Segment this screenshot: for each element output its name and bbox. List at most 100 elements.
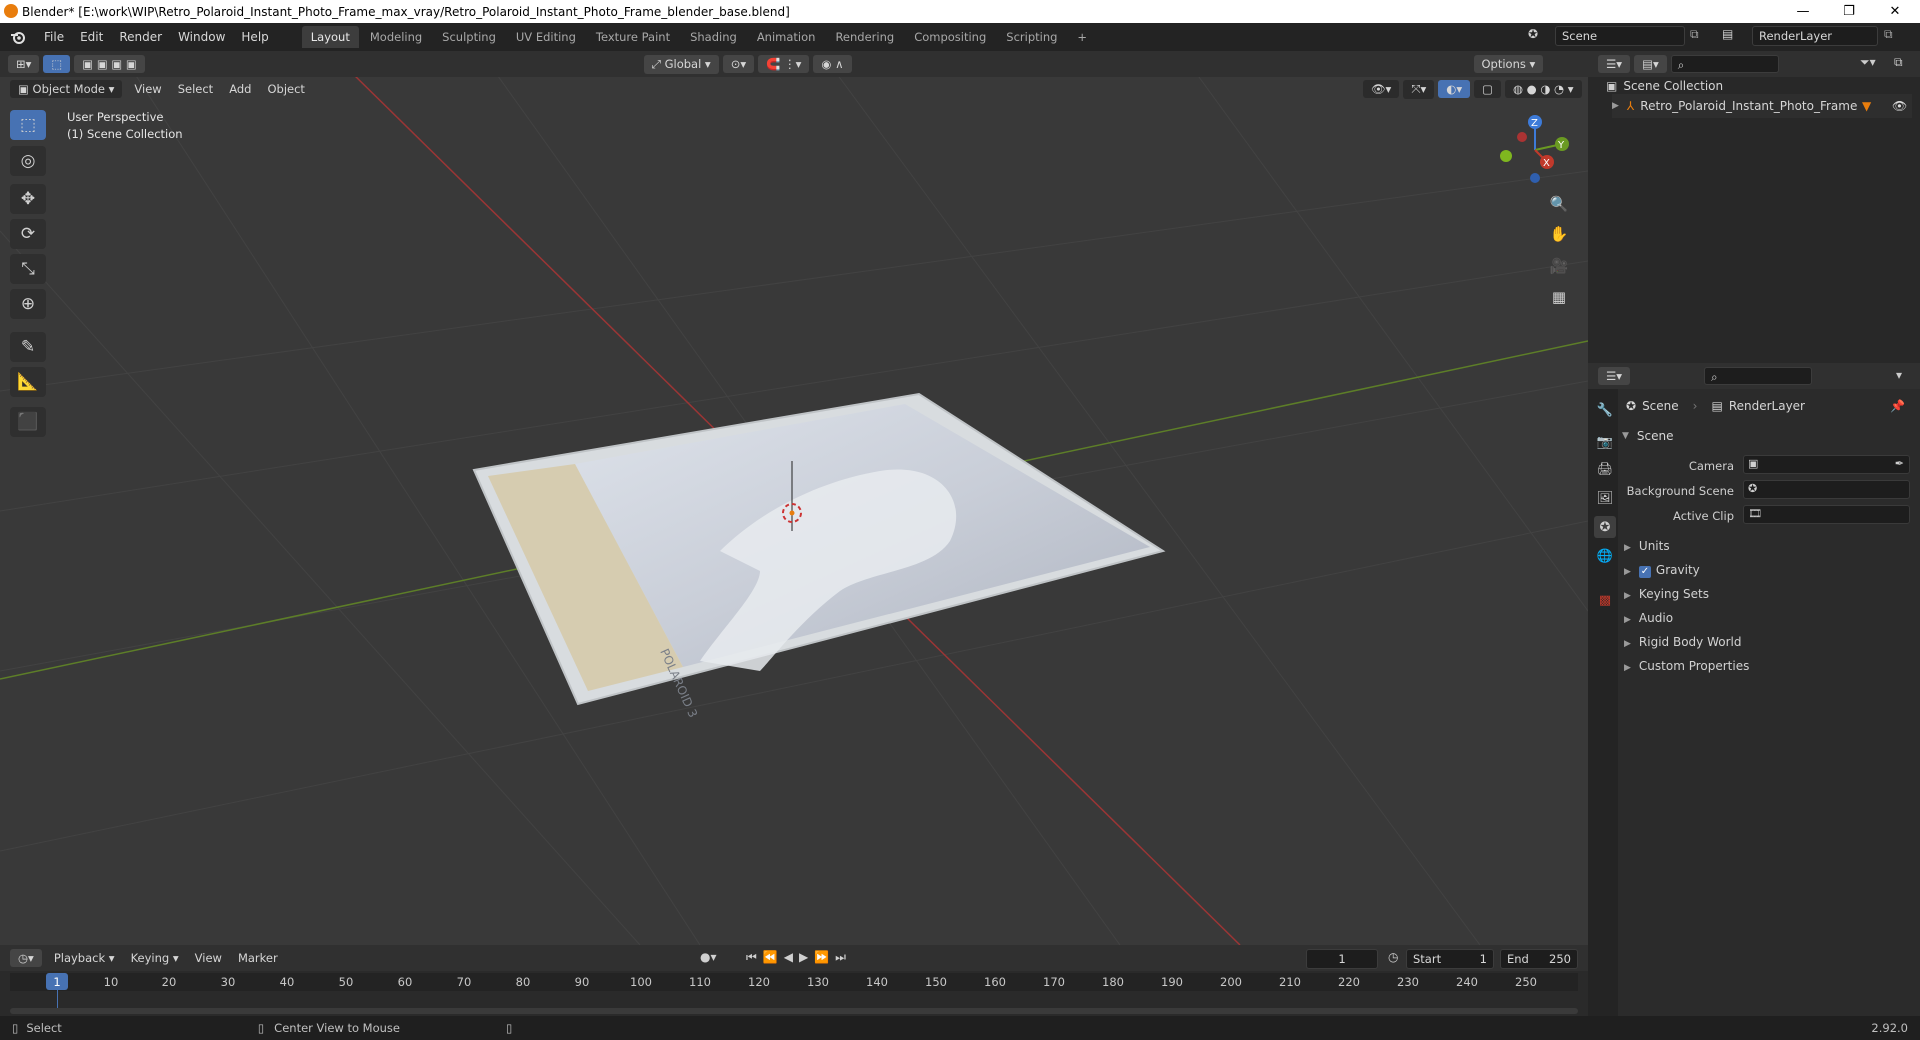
scale-tool-icon[interactable]: ⤡ (10, 254, 46, 284)
expand-arrow-icon[interactable]: ▶ (1612, 101, 1619, 111)
tab-modeling[interactable]: Modeling (361, 26, 431, 48)
timeline-menu-view[interactable]: View (187, 951, 230, 965)
outliner-item[interactable]: ▶ ⅄ Retro_Polaroid_Instant_Photo_Frame ▼… (1612, 94, 1912, 118)
pan-hand-icon[interactable]: ✋ (1545, 220, 1573, 248)
audio-expand-icon[interactable]: ▶ (1624, 615, 1631, 625)
cursor-tool-icon[interactable]: ◎ (10, 146, 46, 176)
proportional-edit-icon[interactable]: ◉ ∧ (813, 55, 852, 73)
add-cube-tool-icon[interactable]: ⬛ (10, 407, 46, 437)
navigation-gizmo[interactable]: Z Y X (1490, 110, 1570, 190)
playback-controls-icons[interactable]: ⏮⏪◀▶⏩⏭ (746, 950, 852, 965)
blender-menu-icon[interactable] (0, 30, 36, 44)
custom-properties-expand-icon[interactable]: ▶ (1624, 663, 1631, 673)
tab-compositing[interactable]: Compositing (905, 26, 995, 48)
record-icon[interactable]: ●▾ (700, 950, 717, 964)
visibility-icon[interactable]: 👁▾ (1362, 80, 1400, 98)
camera-field[interactable]: ▣ ✒ (1743, 455, 1910, 474)
tab-texture-paint[interactable]: Texture Paint (587, 26, 679, 48)
menu-render[interactable]: Render (111, 30, 170, 44)
outliner-editor-type-icon[interactable]: ☰▾ (1598, 55, 1631, 73)
keying-sets-expand-icon[interactable]: ▶ (1624, 591, 1631, 601)
properties-options-icon[interactable]: ▾ (1896, 368, 1902, 382)
current-frame-field[interactable]: 1 (1306, 949, 1378, 969)
mode-dropdown[interactable]: ▣ Object Mode ▾ (10, 80, 123, 98)
start-frame-field[interactable]: Start 1 (1406, 949, 1494, 969)
menu-edit[interactable]: Edit (72, 30, 111, 44)
tab-sculpting[interactable]: Sculpting (433, 26, 505, 48)
minimize-button[interactable]: — (1780, 0, 1826, 23)
background-scene-field[interactable]: ✪ (1743, 480, 1910, 499)
tab-rendering[interactable]: Rendering (826, 26, 903, 48)
scene-panel-collapse-icon[interactable]: ▼ (1622, 431, 1629, 441)
close-button[interactable]: ✕ (1872, 0, 1918, 23)
maximize-button[interactable]: ❐ (1826, 0, 1872, 23)
timeline-editor-type-icon[interactable]: ◷▾ (10, 949, 42, 967)
active-clip-field[interactable]: 🎞 (1743, 505, 1910, 524)
texture-tab-icon[interactable]: ▩ (1594, 589, 1616, 611)
tab-uv-editing[interactable]: UV Editing (507, 26, 585, 48)
units-expand-icon[interactable]: ▶ (1624, 543, 1631, 553)
annotate-tool-icon[interactable]: ✎ (10, 332, 46, 362)
transform-tool-icon[interactable]: ⊕ (10, 289, 46, 319)
new-view-layer-icon[interactable]: ⧉ (1884, 27, 1893, 42)
filter-icon[interactable]: ⏷▾ (1860, 55, 1876, 70)
rigid-body-expand-icon[interactable]: ▶ (1624, 639, 1631, 649)
properties-search-input[interactable]: ⌕ (1704, 367, 1813, 385)
scene-selector[interactable]: Scene (1555, 26, 1685, 46)
timeline-scrollbar[interactable] (10, 1008, 1578, 1014)
move-tool-icon[interactable]: ✥ (10, 184, 46, 214)
overlay-toggle-icon[interactable]: ◐▾ (1438, 80, 1471, 98)
subpanel-audio[interactable]: ▶ Audio (1624, 611, 1673, 625)
tab-layout[interactable]: Layout (301, 26, 359, 48)
select-tool-icon[interactable]: ⬚ (43, 55, 71, 73)
gravity-checkbox[interactable]: ✓ (1638, 566, 1651, 578)
visibility-eye-icon[interactable]: 👁 (1892, 99, 1907, 113)
viewport-menu-object[interactable]: Object (259, 82, 312, 96)
subpanel-gravity[interactable]: ▶ ✓ Gravity (1624, 563, 1700, 578)
outliner-search-input[interactable]: ⌕ (1670, 55, 1779, 73)
new-scene-icon[interactable]: ⧉ (1690, 27, 1699, 42)
select-box-tool-icon[interactable]: ⬚ (10, 110, 46, 140)
menu-window[interactable]: Window (170, 30, 233, 44)
world-tab-icon[interactable]: 🌐 (1594, 545, 1616, 567)
selection-mode-icons[interactable]: ▣ ▣ ▣ ▣ (74, 55, 145, 73)
timeline-menu-keying[interactable]: Keying ▾ (123, 951, 187, 965)
viewport-menu-select[interactable]: Select (170, 82, 221, 96)
view-layer-selector[interactable]: RenderLayer (1752, 26, 1878, 46)
rotate-tool-icon[interactable]: ⟳ (10, 219, 46, 249)
editor-type-icon[interactable]: ⊞▾ (8, 55, 40, 73)
3d-viewport[interactable]: POLAROID 3 (0, 51, 1588, 945)
menu-file[interactable]: File (36, 30, 72, 44)
tool-tab-icon[interactable]: 🔧 (1594, 399, 1616, 421)
xray-toggle-icon[interactable]: ▢ (1474, 80, 1501, 98)
viewport-menu-add[interactable]: Add (221, 82, 259, 96)
subpanel-keying-sets[interactable]: ▶ Keying Sets (1624, 587, 1709, 601)
tab-shading[interactable]: Shading (681, 26, 746, 48)
tab-scripting[interactable]: Scripting (997, 26, 1066, 48)
timeline-menu-playback[interactable]: Playback ▾ (46, 951, 123, 965)
eyedropper-icon[interactable]: ✒ (1895, 457, 1904, 470)
camera-view-icon[interactable]: 🎥 (1545, 252, 1573, 280)
add-workspace-button[interactable]: + (1068, 26, 1096, 48)
preview-range-icon[interactable]: ◷ (1388, 950, 1398, 964)
subpanel-units[interactable]: ▶ Units (1624, 539, 1670, 553)
gizmo-toggle-icon[interactable]: ⤧▾ (1403, 79, 1435, 99)
viewport-menu-view[interactable]: View (126, 82, 169, 96)
zoom-icon[interactable]: 🔍 (1545, 190, 1573, 218)
pin-icon[interactable]: 📌 (1890, 399, 1905, 413)
pivot-point-icon[interactable]: ⊙▾ (722, 55, 755, 73)
properties-editor-type-icon[interactable]: ☰▾ (1598, 367, 1631, 385)
transform-orientation-dropdown[interactable]: ⤢ Global ▾ (643, 54, 719, 74)
subpanel-custom-properties[interactable]: ▶ Custom Properties (1624, 659, 1749, 673)
ortho-grid-icon[interactable]: ▦ (1545, 283, 1573, 311)
timeline-menu-marker[interactable]: Marker (230, 951, 286, 965)
subpanel-rigid-body-world[interactable]: ▶ Rigid Body World (1624, 635, 1741, 649)
scene-panel-header[interactable]: ▼ Scene (1622, 424, 1912, 448)
new-collection-icon[interactable]: ⧉ (1894, 55, 1903, 70)
options-button[interactable]: Options ▾ (1473, 55, 1544, 73)
render-tab-icon[interactable]: 📷 (1594, 431, 1616, 453)
tab-animation[interactable]: Animation (748, 26, 825, 48)
shading-mode-icons[interactable]: ◍ ● ◑ ◔ ▾ (1504, 80, 1582, 98)
snap-icon[interactable]: 🧲 ⋮▾ (758, 55, 810, 73)
gravity-expand-icon[interactable]: ▶ (1624, 567, 1631, 577)
